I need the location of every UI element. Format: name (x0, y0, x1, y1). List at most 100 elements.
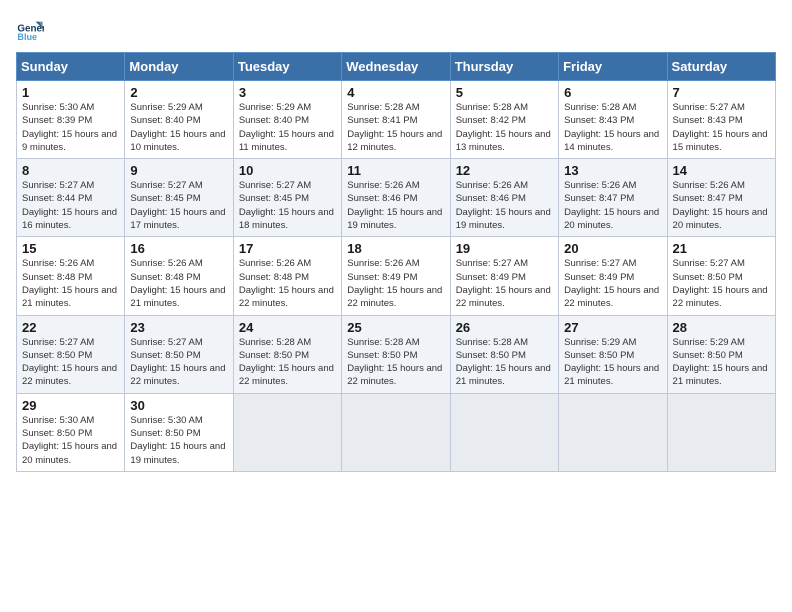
day-cell-5: 5Sunrise: 5:28 AMSunset: 8:42 PMDaylight… (450, 81, 558, 159)
day-detail: Sunrise: 5:26 AMSunset: 8:48 PMDaylight:… (22, 257, 119, 310)
day-number: 13 (564, 163, 661, 178)
day-detail: Sunrise: 5:27 AMSunset: 8:49 PMDaylight:… (456, 257, 553, 310)
day-detail: Sunrise: 5:26 AMSunset: 8:46 PMDaylight:… (347, 179, 444, 232)
day-detail: Sunrise: 5:28 AMSunset: 8:43 PMDaylight:… (564, 101, 661, 154)
day-detail: Sunrise: 5:29 AMSunset: 8:40 PMDaylight:… (130, 101, 227, 154)
header-wednesday: Wednesday (342, 53, 450, 81)
day-detail: Sunrise: 5:27 AMSunset: 8:44 PMDaylight:… (22, 179, 119, 232)
week-row-4: 22Sunrise: 5:27 AMSunset: 8:50 PMDayligh… (17, 315, 776, 393)
day-detail: Sunrise: 5:26 AMSunset: 8:47 PMDaylight:… (564, 179, 661, 232)
day-cell-9: 9Sunrise: 5:27 AMSunset: 8:45 PMDaylight… (125, 159, 233, 237)
day-number: 5 (456, 85, 553, 100)
day-cell-11: 11Sunrise: 5:26 AMSunset: 8:46 PMDayligh… (342, 159, 450, 237)
header-monday: Monday (125, 53, 233, 81)
day-cell-20: 20Sunrise: 5:27 AMSunset: 8:49 PMDayligh… (559, 237, 667, 315)
day-number: 22 (22, 320, 119, 335)
header-sunday: Sunday (17, 53, 125, 81)
day-detail: Sunrise: 5:26 AMSunset: 8:49 PMDaylight:… (347, 257, 444, 310)
day-cell-7: 7Sunrise: 5:27 AMSunset: 8:43 PMDaylight… (667, 81, 775, 159)
day-number: 9 (130, 163, 227, 178)
week-row-5: 29Sunrise: 5:30 AMSunset: 8:50 PMDayligh… (17, 393, 776, 471)
day-detail: Sunrise: 5:28 AMSunset: 8:41 PMDaylight:… (347, 101, 444, 154)
week-row-3: 15Sunrise: 5:26 AMSunset: 8:48 PMDayligh… (17, 237, 776, 315)
day-cell-13: 13Sunrise: 5:26 AMSunset: 8:47 PMDayligh… (559, 159, 667, 237)
day-detail: Sunrise: 5:30 AMSunset: 8:39 PMDaylight:… (22, 101, 119, 154)
header-tuesday: Tuesday (233, 53, 341, 81)
day-cell-26: 26Sunrise: 5:28 AMSunset: 8:50 PMDayligh… (450, 315, 558, 393)
day-cell-4: 4Sunrise: 5:28 AMSunset: 8:41 PMDaylight… (342, 81, 450, 159)
day-number: 12 (456, 163, 553, 178)
day-number: 24 (239, 320, 336, 335)
day-detail: Sunrise: 5:27 AMSunset: 8:45 PMDaylight:… (130, 179, 227, 232)
day-number: 10 (239, 163, 336, 178)
day-number: 17 (239, 241, 336, 256)
day-detail: Sunrise: 5:29 AMSunset: 8:50 PMDaylight:… (564, 336, 661, 389)
calendar-body: 1Sunrise: 5:30 AMSunset: 8:39 PMDaylight… (17, 81, 776, 472)
day-detail: Sunrise: 5:26 AMSunset: 8:48 PMDaylight:… (130, 257, 227, 310)
day-number: 11 (347, 163, 444, 178)
day-detail: Sunrise: 5:29 AMSunset: 8:50 PMDaylight:… (673, 336, 770, 389)
svg-text:Blue: Blue (17, 32, 37, 42)
day-number: 4 (347, 85, 444, 100)
week-row-1: 1Sunrise: 5:30 AMSunset: 8:39 PMDaylight… (17, 81, 776, 159)
day-number: 28 (673, 320, 770, 335)
day-number: 2 (130, 85, 227, 100)
day-detail: Sunrise: 5:29 AMSunset: 8:40 PMDaylight:… (239, 101, 336, 154)
day-number: 7 (673, 85, 770, 100)
day-cell-30: 30Sunrise: 5:30 AMSunset: 8:50 PMDayligh… (125, 393, 233, 471)
day-detail: Sunrise: 5:30 AMSunset: 8:50 PMDaylight:… (22, 414, 119, 467)
day-cell-21: 21Sunrise: 5:27 AMSunset: 8:50 PMDayligh… (667, 237, 775, 315)
day-cell-2: 2Sunrise: 5:29 AMSunset: 8:40 PMDaylight… (125, 81, 233, 159)
day-cell-28: 28Sunrise: 5:29 AMSunset: 8:50 PMDayligh… (667, 315, 775, 393)
day-detail: Sunrise: 5:28 AMSunset: 8:50 PMDaylight:… (347, 336, 444, 389)
day-detail: Sunrise: 5:27 AMSunset: 8:45 PMDaylight:… (239, 179, 336, 232)
calendar-header-row: SundayMondayTuesdayWednesdayThursdayFrid… (17, 53, 776, 81)
header-saturday: Saturday (667, 53, 775, 81)
day-detail: Sunrise: 5:26 AMSunset: 8:48 PMDaylight:… (239, 257, 336, 310)
day-detail: Sunrise: 5:27 AMSunset: 8:50 PMDaylight:… (22, 336, 119, 389)
day-cell-14: 14Sunrise: 5:26 AMSunset: 8:47 PMDayligh… (667, 159, 775, 237)
day-cell-1: 1Sunrise: 5:30 AMSunset: 8:39 PMDaylight… (17, 81, 125, 159)
empty-cell (667, 393, 775, 471)
day-detail: Sunrise: 5:26 AMSunset: 8:46 PMDaylight:… (456, 179, 553, 232)
day-cell-6: 6Sunrise: 5:28 AMSunset: 8:43 PMDaylight… (559, 81, 667, 159)
day-cell-12: 12Sunrise: 5:26 AMSunset: 8:46 PMDayligh… (450, 159, 558, 237)
day-cell-3: 3Sunrise: 5:29 AMSunset: 8:40 PMDaylight… (233, 81, 341, 159)
day-number: 25 (347, 320, 444, 335)
empty-cell (342, 393, 450, 471)
calendar-table: SundayMondayTuesdayWednesdayThursdayFrid… (16, 52, 776, 472)
day-cell-23: 23Sunrise: 5:27 AMSunset: 8:50 PMDayligh… (125, 315, 233, 393)
page-header: General Blue (16, 16, 776, 44)
day-number: 15 (22, 241, 119, 256)
day-number: 18 (347, 241, 444, 256)
day-cell-19: 19Sunrise: 5:27 AMSunset: 8:49 PMDayligh… (450, 237, 558, 315)
day-detail: Sunrise: 5:28 AMSunset: 8:42 PMDaylight:… (456, 101, 553, 154)
day-cell-24: 24Sunrise: 5:28 AMSunset: 8:50 PMDayligh… (233, 315, 341, 393)
day-cell-18: 18Sunrise: 5:26 AMSunset: 8:49 PMDayligh… (342, 237, 450, 315)
header-friday: Friday (559, 53, 667, 81)
day-number: 27 (564, 320, 661, 335)
day-number: 8 (22, 163, 119, 178)
day-number: 20 (564, 241, 661, 256)
day-cell-27: 27Sunrise: 5:29 AMSunset: 8:50 PMDayligh… (559, 315, 667, 393)
day-cell-29: 29Sunrise: 5:30 AMSunset: 8:50 PMDayligh… (17, 393, 125, 471)
day-cell-25: 25Sunrise: 5:28 AMSunset: 8:50 PMDayligh… (342, 315, 450, 393)
day-number: 26 (456, 320, 553, 335)
day-detail: Sunrise: 5:27 AMSunset: 8:50 PMDaylight:… (130, 336, 227, 389)
day-detail: Sunrise: 5:26 AMSunset: 8:47 PMDaylight:… (673, 179, 770, 232)
day-detail: Sunrise: 5:27 AMSunset: 8:50 PMDaylight:… (673, 257, 770, 310)
day-number: 14 (673, 163, 770, 178)
day-number: 3 (239, 85, 336, 100)
day-detail: Sunrise: 5:27 AMSunset: 8:43 PMDaylight:… (673, 101, 770, 154)
logo: General Blue (16, 16, 48, 44)
day-number: 23 (130, 320, 227, 335)
day-detail: Sunrise: 5:28 AMSunset: 8:50 PMDaylight:… (456, 336, 553, 389)
week-row-2: 8Sunrise: 5:27 AMSunset: 8:44 PMDaylight… (17, 159, 776, 237)
day-number: 16 (130, 241, 227, 256)
day-cell-15: 15Sunrise: 5:26 AMSunset: 8:48 PMDayligh… (17, 237, 125, 315)
day-detail: Sunrise: 5:28 AMSunset: 8:50 PMDaylight:… (239, 336, 336, 389)
day-number: 6 (564, 85, 661, 100)
day-cell-10: 10Sunrise: 5:27 AMSunset: 8:45 PMDayligh… (233, 159, 341, 237)
empty-cell (559, 393, 667, 471)
day-number: 30 (130, 398, 227, 413)
